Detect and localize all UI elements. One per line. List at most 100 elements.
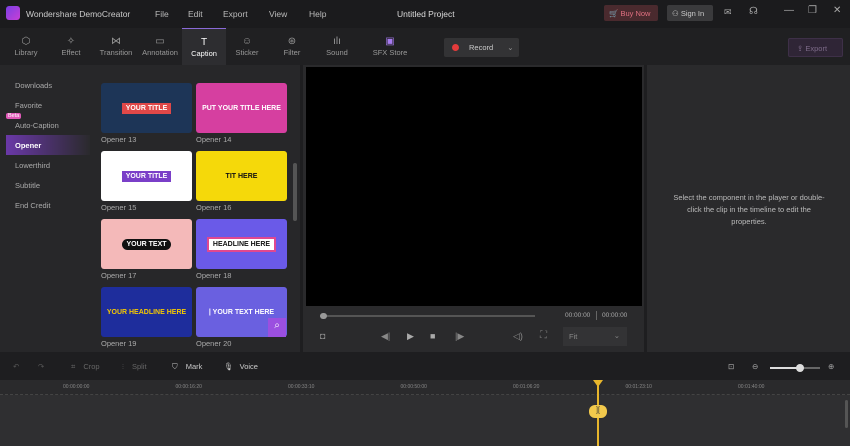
playhead-marker-icon[interactable] [593, 380, 603, 387]
template-thumbnail[interactable]: YOUR TITLE [101, 151, 192, 201]
template-label: Opener 16 [196, 203, 232, 212]
grid-scrollbar[interactable] [293, 163, 297, 221]
caption-template[interactable]: TIT HERE Opener 16 [196, 151, 287, 212]
caption-template[interactable]: YOUR TITLE Opener 15 [101, 151, 192, 212]
menu-help[interactable]: Help [309, 9, 326, 19]
buy-now-label: Buy Now [620, 9, 651, 18]
redo-icon[interactable]: ↷ [38, 362, 44, 371]
buy-now-button[interactable]: 🛒 Buy Now [604, 5, 658, 21]
track-scrollbar[interactable] [845, 400, 848, 428]
template-preview-text: PUT YOUR TITLE HERE [202, 104, 281, 112]
playhead-handle-icon[interactable]: ][ [589, 405, 607, 418]
tab-caption[interactable]: T Caption [182, 28, 226, 65]
ruler-tick-label: 00:00:00:00 [63, 384, 90, 390]
snapshot-icon[interactable]: ◘ [320, 331, 325, 341]
progress-slider[interactable] [320, 313, 535, 319]
template-thumbnail[interactable]: TIT HERE [196, 151, 287, 201]
sidebar-item-subtitle[interactable]: Subtitle [15, 181, 40, 190]
support-icon[interactable]: ☊ [749, 6, 758, 17]
volume-icon[interactable]: ◁) [513, 331, 523, 342]
template-thumbnail[interactable]: YOUR HEADLINE HERE [101, 287, 192, 337]
menu-edit[interactable]: Edit [188, 9, 203, 19]
template-thumbnail[interactable]: YOUR TITLE [101, 83, 192, 133]
template-label: Opener 14 [196, 135, 232, 144]
tab-transition[interactable]: ⋈ Transition [97, 28, 135, 65]
tab-sticker[interactable]: ☺ Sticker [229, 28, 265, 65]
mark-button[interactable]: ⛉ Mark [172, 362, 202, 372]
record-button[interactable]: Record ⌄ [444, 38, 519, 57]
player-screen[interactable] [306, 67, 642, 306]
undo-icon[interactable]: ↶ [13, 362, 19, 371]
tab-library[interactable]: ⬡ Library [8, 28, 44, 65]
restore-icon[interactable]: ❐ [808, 5, 817, 16]
caption-template[interactable]: YOUR TITLE Opener 13 [101, 83, 192, 144]
fit-select[interactable]: Fit ⌄ [563, 327, 627, 346]
chevron-down-icon: ⌄ [613, 331, 620, 340]
menu-view[interactable]: View [269, 9, 287, 19]
zoom-in-icon[interactable]: ⊕ [828, 362, 834, 371]
next-frame-icon[interactable]: |▶ [455, 331, 464, 342]
zoom-slider[interactable] [770, 364, 820, 372]
sign-in-button[interactable]: ⚇ Sign In [667, 5, 713, 21]
tab-label: Caption [191, 49, 217, 58]
template-label: Opener 20 [196, 339, 232, 348]
tab-filter[interactable]: ⊛ Filter [274, 28, 310, 65]
library-icon: ⬡ [21, 36, 31, 47]
caption-template[interactable]: PUT YOUR TITLE HERE Opener 14 [196, 83, 287, 144]
tab-sound[interactable]: ılı Sound [319, 28, 355, 65]
menu-export[interactable]: Export [223, 9, 248, 19]
zoom-handle[interactable] [796, 364, 804, 372]
template-preview-text: TIT HERE [225, 172, 258, 180]
tab-label: Transition [99, 48, 133, 57]
caption-template[interactable]: HEADLINE HERE Opener 18 [196, 219, 287, 280]
ruler-tick-label: 00:00:16:20 [175, 384, 202, 390]
sidebar-item-end-credit[interactable]: End Credit [15, 201, 50, 210]
current-time: 00:00:00 [565, 312, 591, 319]
ruler-tick-label: 00:01:23:10 [625, 384, 652, 390]
progress-handle[interactable] [320, 313, 327, 319]
tab-label: SFX Store [372, 48, 408, 57]
tab-effect[interactable]: ✧ Effect [53, 28, 89, 65]
zoom-out-icon[interactable]: ⊖ [752, 362, 758, 371]
beta-badge: Beta [6, 113, 22, 119]
menu-file[interactable]: File [155, 9, 169, 19]
close-icon[interactable]: ✕ [833, 5, 841, 16]
fit-value: Fit [569, 332, 578, 341]
split-label: Split [131, 362, 147, 371]
total-time: 00:00:00 [602, 312, 628, 319]
sidebar-item-downloads[interactable]: Downloads [15, 81, 52, 90]
mark-label: Mark [185, 362, 203, 371]
split-button[interactable]: ⫶ Split [122, 362, 147, 372]
sidebar-item-lowerthird[interactable]: Lowerthird [15, 161, 50, 170]
play-icon[interactable]: ▶ [407, 331, 414, 342]
minimize-icon[interactable]: — [784, 5, 794, 16]
sidebar-item-auto-caption[interactable]: Auto-Caption [15, 121, 59, 130]
fit-timeline-icon[interactable]: ⊡ [728, 362, 734, 371]
timeline-track [0, 395, 850, 446]
tab-label: Sticker [235, 48, 259, 57]
template-thumbnail[interactable]: HEADLINE HERE [196, 219, 287, 269]
export-button[interactable]: ⇪ Export [788, 38, 843, 57]
fullscreen-icon[interactable]: ⛶ [540, 330, 547, 341]
caption-template[interactable]: YOUR HEADLINE HERE Opener 19 [101, 287, 192, 348]
template-label: Opener 15 [101, 203, 137, 212]
ruler-tick-label: 00:01:06:20 [513, 384, 540, 390]
search-button[interactable]: ⌕ [268, 318, 286, 337]
sidebar-item-label: Opener [15, 141, 42, 150]
voice-button[interactable]: 🎙 Voice [224, 362, 258, 371]
sidebar-item-favorite[interactable]: Favorite [15, 101, 42, 110]
mail-icon[interactable]: ✉ [724, 7, 732, 18]
tab-annotation[interactable]: ▭ Annotation [139, 28, 181, 65]
tab-sfx-store[interactable]: ▣ SFX Store [370, 28, 410, 65]
prev-frame-icon[interactable]: ◀| [381, 331, 390, 342]
sidebar-item-opener[interactable]: Opener [6, 135, 90, 155]
properties-panel: Select the component in the player or do… [647, 65, 850, 352]
template-thumbnail[interactable]: PUT YOUR TITLE HERE [196, 83, 287, 133]
stop-icon[interactable]: ■ [430, 331, 435, 341]
template-thumbnail[interactable]: YOUR TEXT [101, 219, 192, 269]
crop-button[interactable]: ⌗ Crop [71, 362, 100, 372]
app-logo-icon [6, 6, 20, 20]
template-preview-text: YOUR HEADLINE HERE [106, 308, 187, 316]
divider [596, 311, 597, 320]
caption-template[interactable]: YOUR TEXT Opener 17 [101, 219, 192, 280]
